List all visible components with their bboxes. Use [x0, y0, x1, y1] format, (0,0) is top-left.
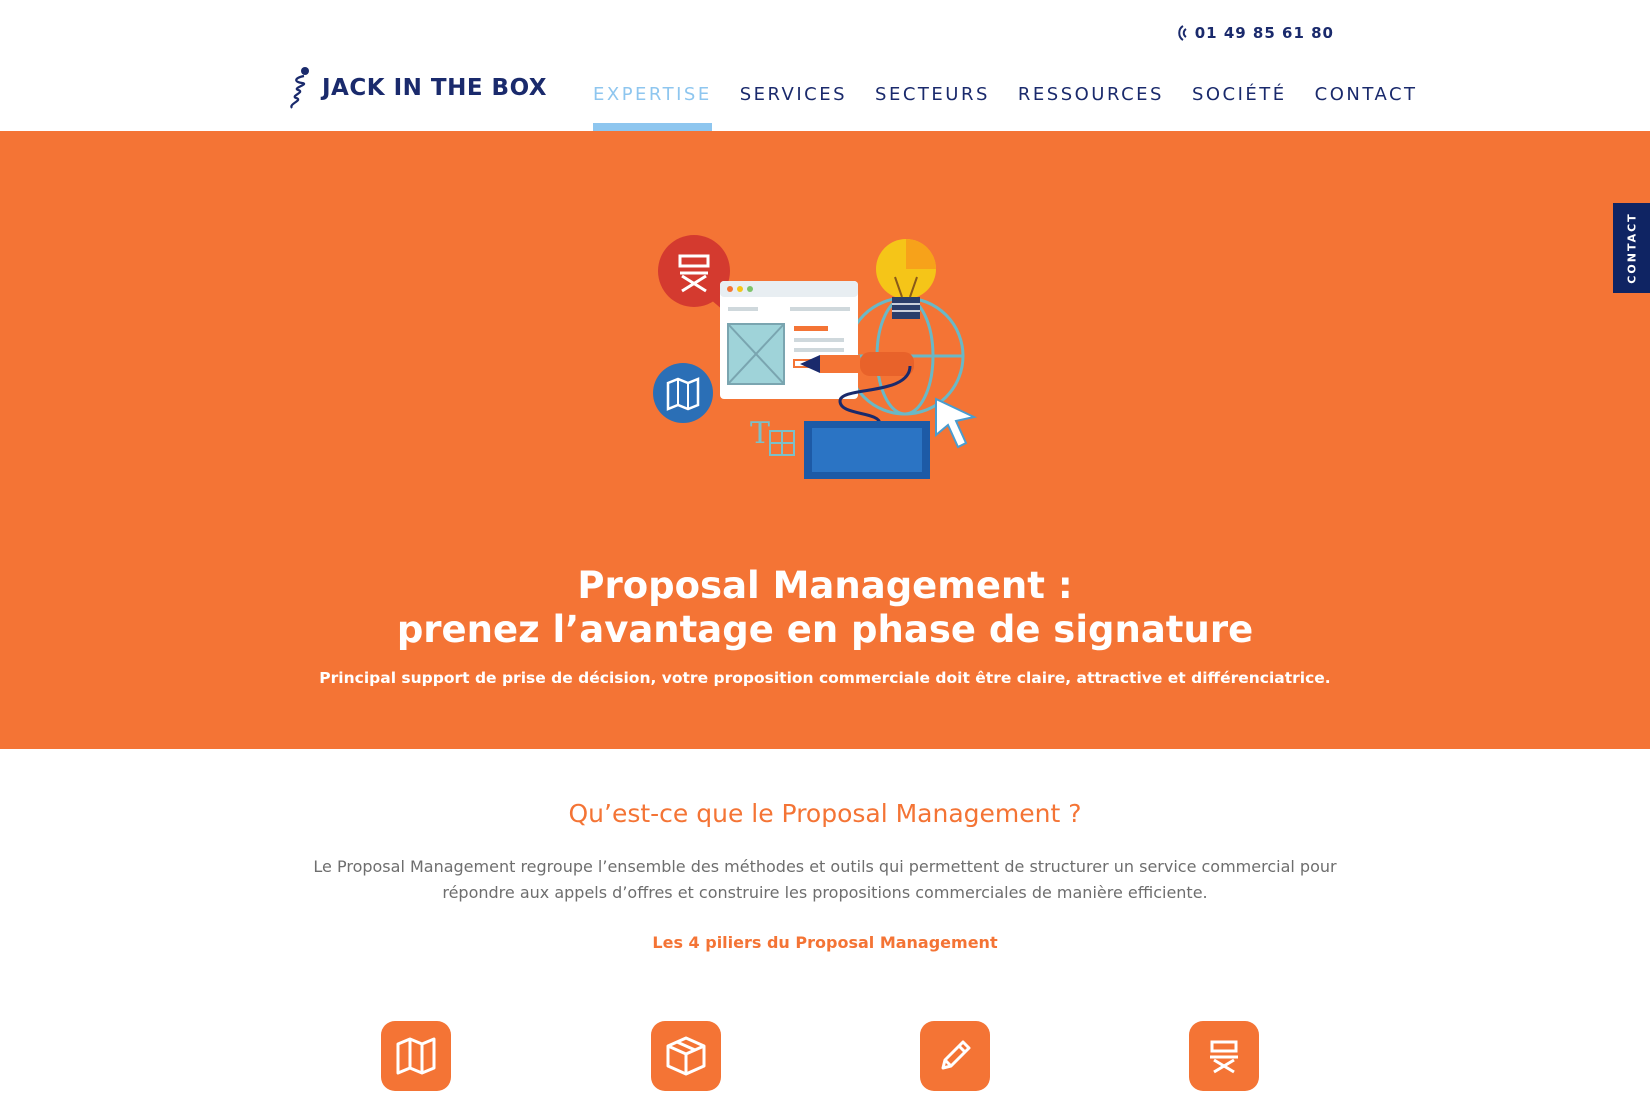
- pillar-pencil-tile[interactable]: [920, 1021, 990, 1091]
- phone-icon: [1177, 25, 1187, 41]
- hero-title: Proposal Management : prenez l’avantage …: [0, 564, 1650, 652]
- nav-item-contact[interactable]: CONTACT: [1315, 84, 1418, 131]
- logo[interactable]: JACK IN THE BOX: [286, 66, 547, 110]
- text-table-icon: T: [750, 416, 795, 456]
- pillar-map-tile[interactable]: [381, 1021, 451, 1091]
- light-bulb-icon: [876, 239, 936, 319]
- pillars-title: Les 4 piliers du Proposal Management: [652, 933, 998, 952]
- phone-link[interactable]: 01 49 85 61 80: [1175, 24, 1334, 42]
- nav-item-societe[interactable]: SOCIÉTÉ: [1192, 84, 1287, 131]
- browser-window-graphic: [720, 281, 858, 399]
- header: 01 49 85 61 80 JACK IN THE BOX EXPERTISE…: [0, 0, 1650, 131]
- pillar-director-chair-tile[interactable]: [1189, 1021, 1259, 1091]
- keyboard-graphic: [804, 421, 930, 479]
- director-chair-bubble-icon: [658, 235, 730, 316]
- director-chair-icon: [1210, 1040, 1238, 1074]
- spring-logo-icon: [290, 67, 309, 109]
- side-contact-tab[interactable]: CONTACT: [1613, 203, 1650, 293]
- box-icon: [666, 1036, 706, 1076]
- section-title: Qu’est-ce que le Proposal Management ?: [568, 799, 1082, 828]
- section-description: Le Proposal Management regroupe l’ensemb…: [313, 857, 1337, 902]
- cursor-arrow-icon: [935, 397, 978, 449]
- pillar-box-tile[interactable]: [651, 1021, 721, 1091]
- hero-title-line1: Proposal Management :: [577, 564, 1073, 607]
- svg-text:T: T: [750, 416, 770, 451]
- hero-title-line2: prenez l’avantage en phase de signature: [396, 608, 1254, 651]
- pencil-icon: [941, 1040, 971, 1070]
- logo-text: JACK IN THE BOX: [322, 75, 548, 101]
- hero-banner: T Proposal Management : prenez l’avantag…: [0, 131, 1650, 749]
- nav-item-expertise[interactable]: EXPERTISE: [593, 84, 712, 131]
- nav-item-secteurs[interactable]: SECTEURS: [875, 84, 990, 131]
- nav-item-services[interactable]: SERVICES: [740, 84, 847, 131]
- main-nav: EXPERTISE SERVICES SECTEURS RESSOURCES S…: [593, 84, 1418, 131]
- hero-subtitle: Principal support de prise de décision, …: [319, 669, 1331, 687]
- nav-item-ressources[interactable]: RESSOURCES: [1018, 84, 1164, 131]
- map-icon: [396, 1037, 436, 1075]
- side-contact-label: CONTACT: [1625, 212, 1638, 284]
- map-bubble-icon: [653, 363, 713, 423]
- phone-number[interactable]: 01 49 85 61 80: [1195, 24, 1334, 42]
- proposal-illustration: T: [653, 235, 978, 479]
